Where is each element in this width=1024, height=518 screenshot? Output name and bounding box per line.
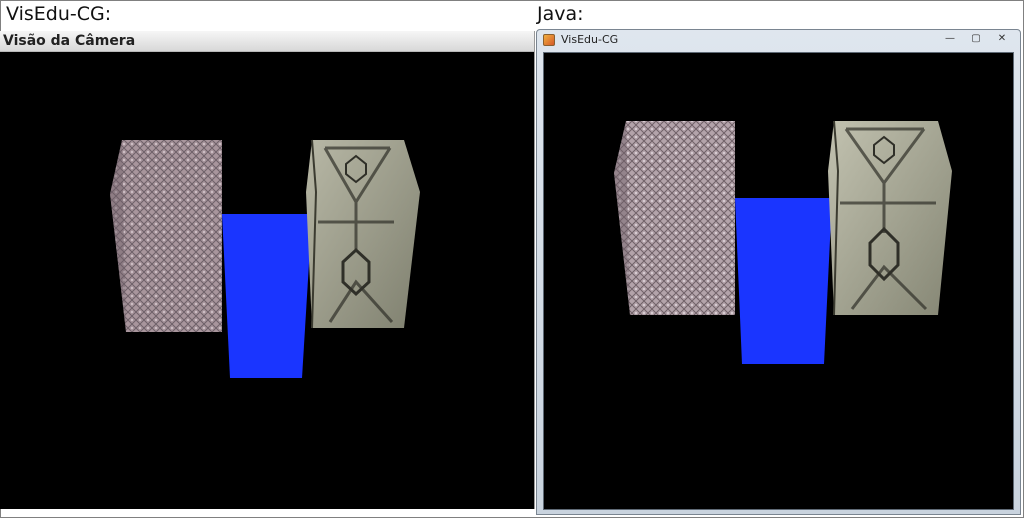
page: VisEdu-CG: Java: Visão da Câmera VisEdu-… xyxy=(0,0,1024,518)
textured-metal-box xyxy=(828,120,952,316)
java-3d-viewport[interactable] xyxy=(543,52,1014,510)
java-window: VisEdu-CG — ▢ ✕ xyxy=(536,29,1021,515)
close-button[interactable]: ✕ xyxy=(990,32,1014,46)
window-title: VisEdu-CG xyxy=(561,33,619,46)
textured-metal-box xyxy=(306,139,420,329)
blue-box xyxy=(222,214,312,378)
window-controls: — ▢ ✕ xyxy=(938,32,1014,46)
window-titlebar[interactable]: VisEdu-CG — ▢ ✕ xyxy=(537,30,1020,50)
visedu-section-label: VisEdu-CG: xyxy=(6,3,112,25)
visedu-scene xyxy=(110,139,420,378)
visedu-camera-panel: Visão da Câmera xyxy=(0,31,535,509)
blue-box xyxy=(735,198,832,364)
java-app-icon xyxy=(543,34,555,46)
java-scene xyxy=(614,120,952,364)
java-section-label: Java: xyxy=(537,3,584,25)
minimize-button[interactable]: — xyxy=(938,32,962,46)
textured-brick-box xyxy=(614,121,735,315)
camera-panel-title: Visão da Câmera xyxy=(0,31,534,52)
maximize-button[interactable]: ▢ xyxy=(964,32,988,46)
visedu-3d-viewport[interactable] xyxy=(0,52,534,509)
textured-brick-box xyxy=(110,140,222,332)
